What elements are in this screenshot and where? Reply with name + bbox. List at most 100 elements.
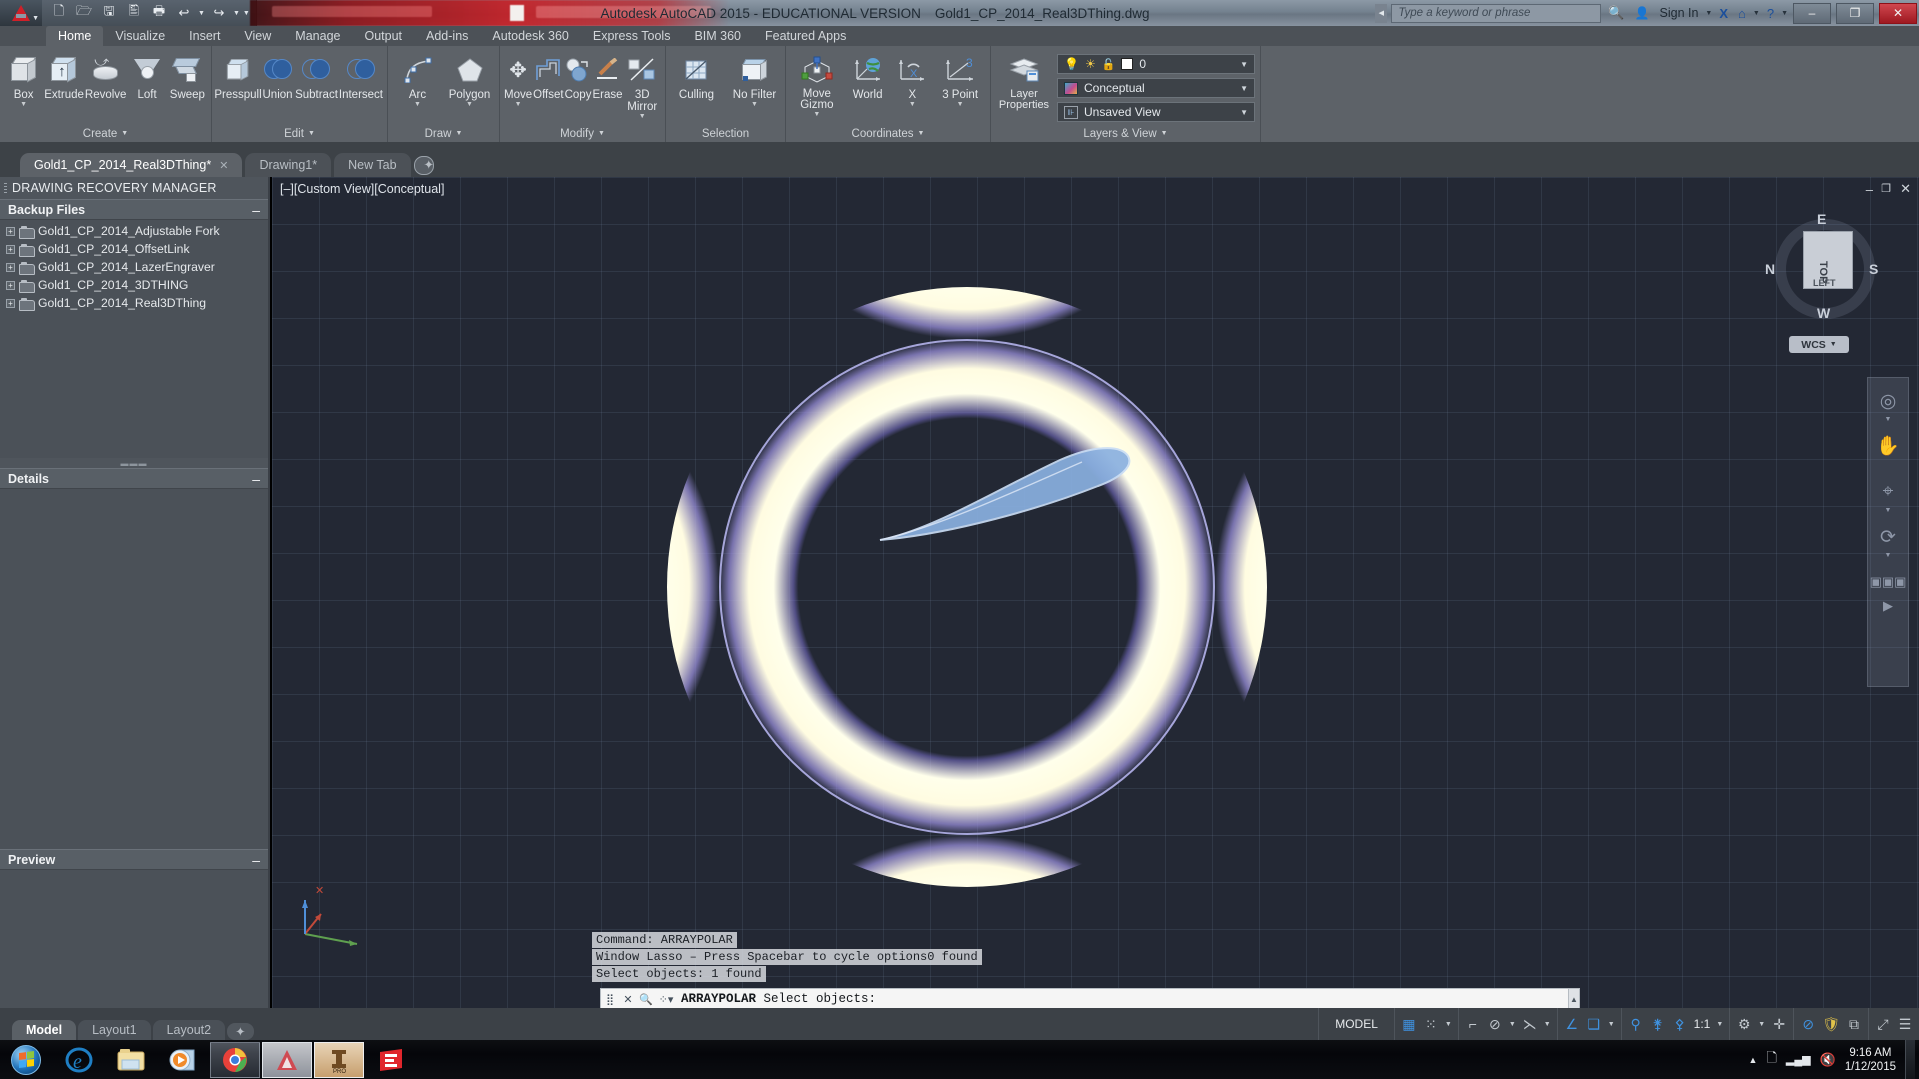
polar-dropdown-icon[interactable]: ▼ xyxy=(1509,1021,1516,1028)
steering-wheel-dropdown-icon[interactable]: ▼ xyxy=(1868,416,1908,423)
orbit-dropdown-icon[interactable]: ▼ xyxy=(1868,552,1908,559)
tab-view[interactable]: View xyxy=(232,26,283,46)
world-ucs-button[interactable]: World xyxy=(845,50,891,101)
osnap-dropdown-icon[interactable]: ▼ xyxy=(1544,1021,1551,1028)
pan-hand-icon[interactable]: ✋ xyxy=(1868,423,1908,469)
network-icon[interactable]: ▂▄▆ xyxy=(1786,1053,1811,1066)
annotation-visibility-icon[interactable]: ⚴ xyxy=(1672,1016,1688,1033)
tab-featured-apps[interactable]: Featured Apps xyxy=(753,26,858,46)
no-filter-dropdown-icon[interactable]: ▼ xyxy=(751,101,758,108)
annotation-scale-icon[interactable]: ⚵ xyxy=(1650,1016,1666,1033)
list-item[interactable]: + Gold1_CP_2014_Real3DThing xyxy=(0,294,268,312)
splitter-handle[interactable]: ▬▬▬ xyxy=(0,458,268,468)
quick-access-toolbar[interactable]: 🗋 🗁 🖫 🖺 🖶 ↩ ▼ ↪ ▼ ▼ xyxy=(42,0,257,26)
show-hidden-icons-icon[interactable]: ▲ xyxy=(1749,1055,1758,1065)
tab-visualize[interactable]: Visualize xyxy=(103,26,177,46)
tab-model[interactable]: Model xyxy=(12,1020,76,1040)
navigation-bar[interactable]: ◎ ▼ ✋ ⌖ ▼ ⟳ ▼ ▣▣▣ ▶ xyxy=(1867,377,1909,687)
file-explorer-icon[interactable] xyxy=(106,1042,156,1078)
presspull-button[interactable]: Presspull xyxy=(216,50,260,101)
mirror-dropdown-icon[interactable]: ▼ xyxy=(639,113,646,120)
snap-dropdown-icon[interactable]: ▼ xyxy=(1445,1021,1452,1028)
panel-title-draw[interactable]: Draw▼ xyxy=(388,125,499,142)
loft-button[interactable]: Loft xyxy=(127,50,166,101)
collapse-icon[interactable]: – xyxy=(252,852,260,868)
sign-in-dropdown-icon[interactable]: ▼ xyxy=(1705,10,1712,17)
layer-on-icon[interactable]: 💡 xyxy=(1064,57,1079,71)
layer-lock-icon[interactable]: 🔓 xyxy=(1102,58,1116,71)
close-icon[interactable]: ✕ xyxy=(219,159,228,172)
drawing-tab-real3dthing[interactable]: Gold1_CP_2014_Real3DThing* ✕ xyxy=(20,153,242,177)
plot-icon[interactable]: 🖶 xyxy=(148,2,170,24)
polar-tracking-icon[interactable]: ⊘ xyxy=(1487,1016,1503,1033)
copy-button[interactable]: Copy xyxy=(565,50,592,101)
sign-in-button[interactable]: Sign In xyxy=(1657,0,1702,26)
expand-icon[interactable]: + xyxy=(6,227,15,236)
layer-freeze-icon[interactable]: ☀ xyxy=(1085,57,1096,71)
hardware-acceleration-icon[interactable]: ⊘ xyxy=(1800,1016,1816,1033)
isolate-display-icon[interactable]: ⧉ xyxy=(1846,1016,1862,1033)
inventor-pro-icon[interactable]: PRO xyxy=(314,1042,364,1078)
zoom-dropdown-icon[interactable]: ▼ xyxy=(1868,507,1908,514)
collapse-icon[interactable]: – xyxy=(252,471,260,487)
sweep-button[interactable]: Sweep xyxy=(168,50,207,101)
redo-icon[interactable]: ↪ xyxy=(208,2,230,24)
view-cube-left-face-label[interactable]: LEFT xyxy=(1813,278,1836,288)
expand-icon[interactable]: + xyxy=(6,245,15,254)
tab-layout2[interactable]: Layout2 xyxy=(153,1020,225,1040)
infocenter-expand-icon[interactable]: ◀ xyxy=(1375,4,1387,23)
object-snap-tracking-icon[interactable]: ❑ xyxy=(1586,1016,1602,1033)
panel-title-edit[interactable]: Edit▼ xyxy=(212,125,387,142)
erase-button[interactable]: Erase xyxy=(592,50,622,101)
snap-mode-icon[interactable]: ⁙ xyxy=(1423,1016,1439,1033)
move-button[interactable]: ✥ Move ▼ xyxy=(504,50,532,108)
visual-style-dropdown[interactable]: Conceptual ▼ xyxy=(1057,78,1255,98)
viewport-label[interactable]: [–][Custom View][Conceptual] xyxy=(280,182,444,196)
new-icon[interactable]: 🗋 xyxy=(48,2,70,24)
list-item[interactable]: + Gold1_CP_2014_Adjustable Fork xyxy=(0,222,268,240)
close-button[interactable]: ✕ xyxy=(1879,3,1917,24)
expand-icon[interactable]: + xyxy=(6,299,15,308)
account-icon[interactable]: 👤 xyxy=(1632,0,1653,26)
compass-south-label[interactable]: S xyxy=(1869,261,1878,277)
panel-title-layers-view[interactable]: Layers & View▼ xyxy=(991,125,1260,142)
grid-display-icon[interactable]: ▦ xyxy=(1401,1016,1417,1033)
annotation-monitor-icon[interactable]: 🛡 xyxy=(1822,1016,1840,1033)
panel-title-coordinates[interactable]: Coordinates▼ xyxy=(786,125,990,142)
redo-dropdown-icon[interactable]: ▼ xyxy=(233,10,240,17)
google-chrome-icon[interactable] xyxy=(210,1042,260,1078)
command-search-icon[interactable]: 🔍 xyxy=(637,989,655,1009)
section-backup-files[interactable]: Backup Files – xyxy=(0,199,268,220)
a360-dropdown-icon[interactable]: ▼ xyxy=(1753,10,1760,17)
isolate-objects-icon[interactable]: ✛ xyxy=(1771,1016,1787,1033)
list-item[interactable]: + Gold1_CP_2014_LazerEngraver xyxy=(0,258,268,276)
ucs-x-dropdown-icon[interactable]: ▼ xyxy=(909,101,916,108)
offset-button[interactable]: Offset xyxy=(533,50,563,101)
search-input[interactable]: Type a keyword or phrase xyxy=(1391,4,1601,23)
tab-bim-360[interactable]: BIM 360 xyxy=(682,26,753,46)
3d-mirror-button[interactable]: 3D Mirror ▼ xyxy=(624,50,662,120)
clean-screen-icon[interactable]: ⤢ xyxy=(1875,1016,1891,1033)
tab-layout1[interactable]: Layout1 xyxy=(78,1020,150,1040)
save-as-icon[interactable]: 🖺 xyxy=(123,2,145,24)
show-desktop-button[interactable] xyxy=(1905,1040,1915,1079)
command-scroll-up-icon[interactable]: ▲ xyxy=(1568,989,1579,1009)
viewport-close-icon[interactable]: ✕ xyxy=(1900,181,1911,197)
tab-output[interactable]: Output xyxy=(352,26,414,46)
command-settings-icon[interactable]: ⣿ xyxy=(601,989,619,1009)
drawing-viewport[interactable]: [–][Custom View][Conceptual] – ❐ ✕ E N S… xyxy=(272,177,1919,1008)
layer-dropdown-icon[interactable]: ▼ xyxy=(1240,60,1248,69)
extrude-button[interactable]: ↑ Extrude xyxy=(44,50,84,101)
minimize-button[interactable]: – xyxy=(1793,3,1831,24)
clock[interactable]: 9:16 AM 1/12/2015 xyxy=(1845,1046,1896,1074)
application-menu-button[interactable]: ▼ xyxy=(0,0,42,26)
undo-dropdown-icon[interactable]: ▼ xyxy=(198,10,205,17)
volume-muted-icon[interactable]: 🔇 xyxy=(1820,1052,1836,1068)
command-line[interactable]: ⣿ ✕ 🔍 ⁘▾ ARRAYPOLAR Select objects: ▲ xyxy=(600,988,1580,1010)
expand-icon[interactable]: + xyxy=(6,281,15,290)
panel-title-create[interactable]: Create▼ xyxy=(0,125,211,142)
tab-insert[interactable]: Insert xyxy=(177,26,232,46)
move-gizmo-dropdown-icon[interactable]: ▼ xyxy=(813,111,820,118)
scale-dropdown-icon[interactable]: ▼ xyxy=(1716,1021,1723,1028)
box-button[interactable]: Box ▼ xyxy=(4,50,43,108)
